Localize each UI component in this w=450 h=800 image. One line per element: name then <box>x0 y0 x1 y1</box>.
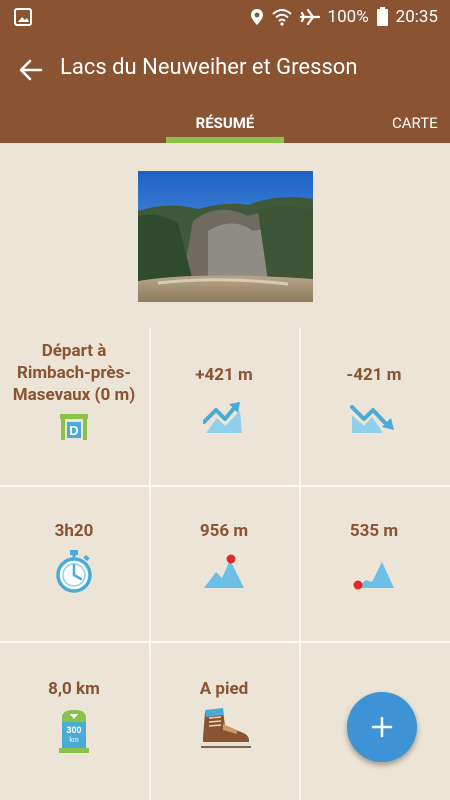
grid-divider <box>0 485 450 487</box>
svg-text:300: 300 <box>66 725 81 735</box>
battery-text: 100% <box>327 6 369 27</box>
page-title: Lacs du Neuweiher et Gresson <box>60 55 358 80</box>
time-text: 20:35 <box>395 6 438 27</box>
stat-max-altitude: 956 m <box>150 520 298 590</box>
stat-value: -421 m <box>346 365 402 385</box>
stat-value: Départ à Rimbach-près-Masevaux (0 m) <box>12 341 136 405</box>
airplane-icon <box>299 8 320 26</box>
stat-elevation-gain: +421 m <box>150 364 298 435</box>
stat-value: 956 m <box>199 521 249 541</box>
location-icon <box>250 8 264 26</box>
stat-value: 8,0 km <box>48 679 100 699</box>
add-button[interactable] <box>347 692 417 762</box>
stat-duration: 3h20 <box>0 520 148 594</box>
stat-distance: 8,0 km 300 km <box>0 678 148 754</box>
stat-value: +421 m <box>195 365 253 385</box>
distance-marker-icon: 300 km <box>59 710 89 753</box>
tab-indicator <box>166 137 284 143</box>
app-bar: Lacs du Neuweiher et Gresson RÉSUMÉ CART… <box>0 33 450 143</box>
wifi-icon <box>271 8 292 26</box>
stat-value: 3h20 <box>54 521 94 541</box>
stat-elevation-loss: -421 m <box>300 364 448 437</box>
arrow-left-icon <box>19 59 43 81</box>
stat-value: 535 m <box>349 521 399 541</box>
status-icons: 100% 20:35 <box>250 0 438 33</box>
plus-icon <box>371 716 393 738</box>
image-icon <box>14 8 32 30</box>
elevation-gain-icon <box>203 402 242 433</box>
tab-carte[interactable]: CARTE <box>376 103 450 143</box>
stat-value: A pied <box>199 679 249 699</box>
min-altitude-icon <box>353 562 394 590</box>
hiking-boot-icon <box>201 708 251 748</box>
stat-mode: A pied <box>150 678 298 748</box>
departure-icon: D <box>60 414 88 440</box>
svg-text:km: km <box>69 737 79 744</box>
stat-departure: Départ à Rimbach-près-Masevaux (0 m) D <box>0 340 148 440</box>
stat-min-altitude: 535 m <box>300 520 448 590</box>
status-bar: 100% 20:35 <box>0 0 450 33</box>
back-button[interactable] <box>14 53 48 87</box>
svg-text:D: D <box>69 423 78 438</box>
max-altitude-icon <box>204 554 244 588</box>
elevation-loss-icon <box>350 405 394 433</box>
trail-photo[interactable] <box>138 171 313 302</box>
stopwatch-icon <box>56 550 92 593</box>
battery-icon <box>376 7 388 26</box>
grid-divider <box>0 641 450 643</box>
